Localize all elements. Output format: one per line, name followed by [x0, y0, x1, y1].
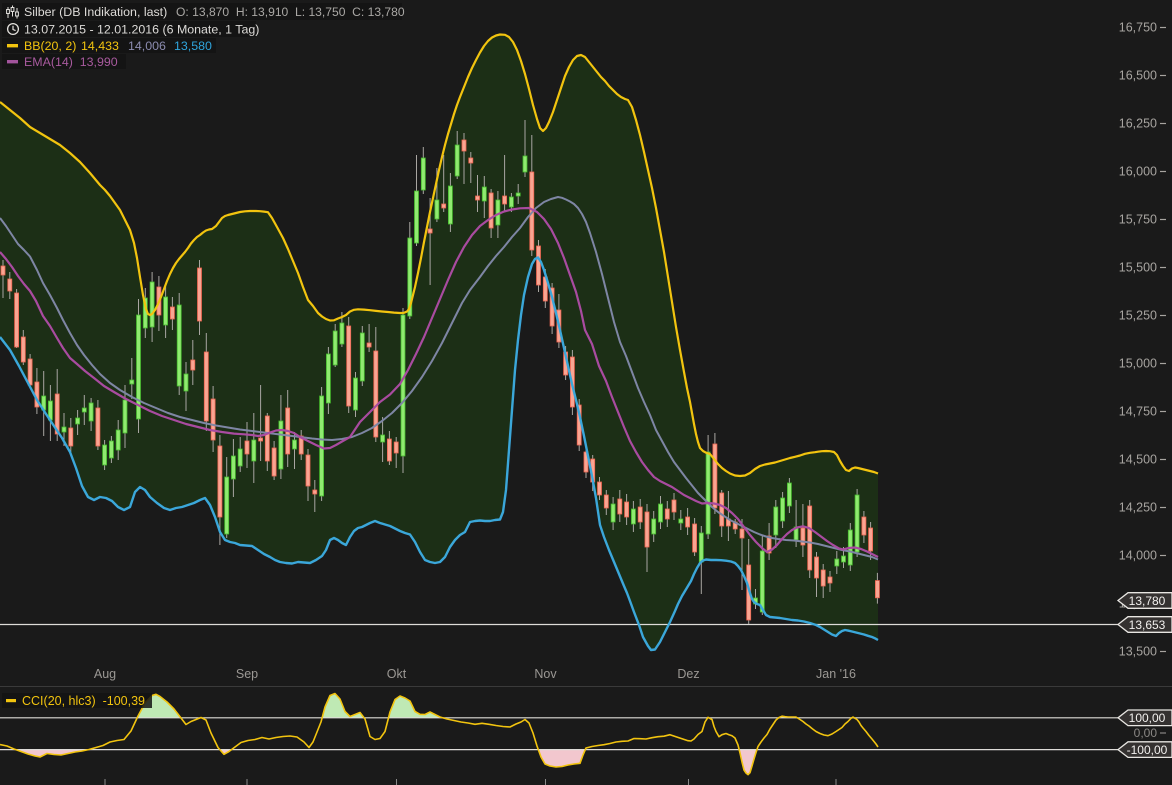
svg-text:14,433: 14,433 [81, 39, 119, 53]
svg-text:15,500: 15,500 [1119, 261, 1157, 275]
svg-text:14,500: 14,500 [1119, 453, 1157, 467]
svg-text:16,750: 16,750 [1119, 21, 1157, 35]
svg-text:Sep: Sep [236, 667, 258, 681]
svg-text:Aug: Aug [94, 667, 116, 681]
svg-text:14,750: 14,750 [1119, 405, 1157, 419]
svg-text:14,000: 14,000 [1119, 549, 1157, 563]
svg-text:0,00: 0,00 [1134, 726, 1158, 740]
svg-text:13,653: 13,653 [1129, 618, 1166, 632]
svg-text:Jan '16: Jan '16 [816, 667, 856, 681]
svg-text:15,250: 15,250 [1119, 309, 1157, 323]
svg-text:13,500: 13,500 [1119, 645, 1157, 659]
svg-text:13.07.2015 - 12.01.2016 (6 Mon: 13.07.2015 - 12.01.2016 (6 Monate, 1 Tag… [24, 23, 259, 37]
svg-text:100,00: 100,00 [1129, 711, 1166, 725]
svg-text:14,006: 14,006 [128, 39, 166, 53]
svg-text:13,580: 13,580 [174, 39, 212, 53]
svg-text:13,780: 13,780 [1129, 594, 1166, 608]
svg-text:Dez: Dez [677, 667, 699, 681]
svg-text:O: 13,870 H: 13,910 L: 13,75: O: 13,870 H: 13,910 L: 13,750 C: 13,780 [176, 5, 405, 19]
svg-text:Okt: Okt [387, 667, 407, 681]
svg-text:16,000: 16,000 [1119, 165, 1157, 179]
svg-text:BB(20, 2): BB(20, 2) [24, 39, 76, 53]
svg-text:EMA(14) 13,990: EMA(14) 13,990 [24, 55, 118, 69]
svg-text:Silber (DB Indikation, last): Silber (DB Indikation, last) [24, 5, 167, 19]
svg-text:Nov: Nov [534, 667, 557, 681]
svg-text:14,250: 14,250 [1119, 501, 1157, 515]
svg-text:16,500: 16,500 [1119, 69, 1157, 83]
svg-text:15,000: 15,000 [1119, 357, 1157, 371]
svg-text:16,250: 16,250 [1119, 117, 1157, 131]
svg-text:CCI(20, hlc3) -100,39: CCI(20, hlc3) -100,39 [22, 694, 145, 708]
svg-text:-100,00: -100,00 [1127, 743, 1168, 757]
svg-text:15,750: 15,750 [1119, 213, 1157, 227]
